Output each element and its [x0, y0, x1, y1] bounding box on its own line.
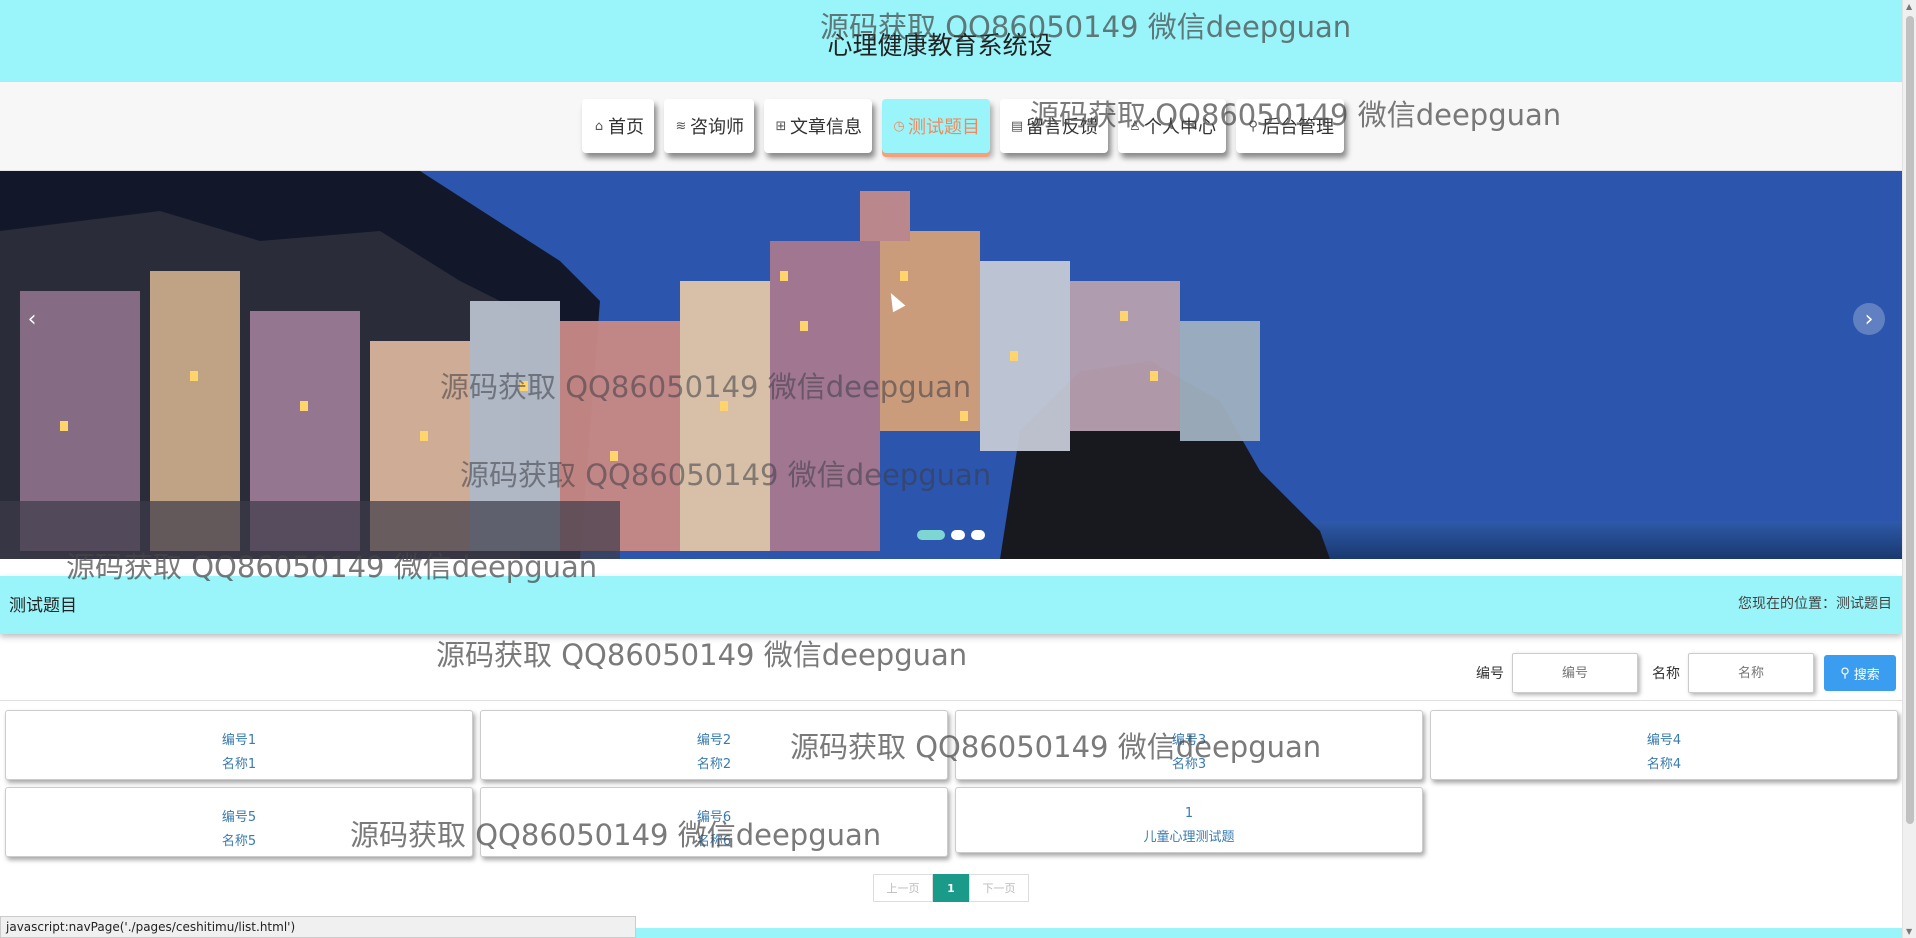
scroll-thumb[interactable]	[1906, 16, 1914, 824]
section-title: 测试题目	[9, 596, 77, 616]
name-input[interactable]	[1688, 653, 1814, 693]
carousel-dot-3[interactable]	[971, 530, 985, 540]
chevron-left-icon: ‹	[27, 306, 37, 332]
banner-carousel: ‹ ›	[0, 171, 1902, 559]
site-header: 心理健康教育系统设	[0, 0, 1902, 82]
prev-page-button[interactable]: 上一页	[873, 874, 933, 902]
number-label: 编号	[1476, 666, 1504, 682]
search-button[interactable]: ⚲ 搜索	[1824, 655, 1896, 691]
next-page-button[interactable]: 下一页	[969, 874, 1029, 902]
nav-label: 文章信息	[790, 117, 862, 138]
nav-label: 留言反馈	[1026, 117, 1098, 138]
watermark: 源码获取 QQ86050149 微信deepguan	[436, 638, 968, 672]
chevron-right-icon: ›	[1864, 306, 1874, 332]
clock-icon: ◷	[893, 118, 905, 134]
link-icon: ⚲	[1248, 118, 1258, 134]
divider	[0, 700, 1902, 701]
navbar: ⌂ 首页 ≋ 咨询师 ⊞ 文章信息 ◷ 测试题目 ▤ 留言反馈 ♙ 个人中心 ⚲…	[0, 82, 1902, 171]
carousel-prev-button[interactable]: ‹	[16, 303, 48, 335]
nav-menu: ⌂ 首页 ≋ 咨询师 ⊞ 文章信息 ◷ 测试题目 ▤ 留言反馈 ♙ 个人中心 ⚲…	[582, 99, 1344, 153]
book-icon: ⊞	[775, 118, 787, 134]
carousel-dot-2[interactable]	[951, 530, 965, 540]
banner-image	[0, 171, 1902, 559]
card-number: 编号3	[1171, 733, 1207, 748]
layers-icon: ≋	[675, 118, 687, 134]
nav-label: 测试题目	[908, 117, 980, 138]
card-name: 名称2	[696, 757, 732, 772]
card-name: 名称5	[221, 834, 257, 849]
browser-status-bar: javascript:navPage('./pages/ceshitimu/li…	[0, 916, 636, 938]
card-name: 儿童心理测试题	[1143, 830, 1235, 845]
site-title: 心理健康教育系统设	[827, 31, 1053, 60]
list-item[interactable]: 1 儿童心理测试题	[955, 787, 1423, 853]
scroll-up-icon[interactable]: ▲	[1906, 2, 1912, 11]
page-scrollbar[interactable]: ▲ ▼	[1902, 0, 1916, 938]
card-number: 编号2	[696, 733, 732, 748]
page-1-button[interactable]: 1	[933, 874, 969, 902]
search-bar: 编号 名称 ⚲ 搜索	[1462, 653, 1896, 693]
name-label: 名称	[1652, 666, 1680, 682]
card-name: 名称4	[1646, 757, 1682, 772]
scroll-down-icon[interactable]: ▼	[1906, 927, 1912, 936]
list-item[interactable]: 编号2 名称2	[480, 710, 948, 780]
list-item[interactable]: 编号4 名称4	[1430, 710, 1898, 780]
nav-label: 个人中心	[1144, 117, 1216, 138]
carousel-dot-1[interactable]	[917, 530, 945, 540]
card-number: 编号6	[696, 810, 732, 825]
pagination: 上一页 1 下一页	[873, 874, 1029, 902]
user-icon: ♙	[1129, 118, 1141, 134]
carousel-next-button[interactable]: ›	[1853, 303, 1885, 335]
nav-articles[interactable]: ⊞ 文章信息	[764, 99, 872, 153]
section-header: 测试题目 您现在的位置：测试题目	[0, 576, 1902, 634]
list-item[interactable]: 编号5 名称5	[5, 787, 473, 857]
card-name: 名称3	[1171, 757, 1207, 772]
message-icon: ▤	[1010, 118, 1024, 134]
nav-label: 咨询师	[690, 117, 744, 138]
card-number: 编号4	[1646, 733, 1682, 748]
nav-tests[interactable]: ◷ 测试题目	[882, 99, 990, 153]
number-input[interactable]	[1512, 653, 1638, 693]
list-item[interactable]: 编号3 名称3	[955, 710, 1423, 780]
card-number: 编号5	[221, 810, 257, 825]
card-name: 名称1	[221, 757, 257, 772]
nav-profile[interactable]: ♙ 个人中心	[1118, 99, 1226, 153]
nav-counselor[interactable]: ≋ 咨询师	[664, 99, 754, 153]
nav-home[interactable]: ⌂ 首页	[582, 99, 654, 153]
nav-feedback[interactable]: ▤ 留言反馈	[1000, 99, 1108, 153]
card-number: 编号1	[221, 733, 257, 748]
card-number: 1	[1184, 806, 1194, 821]
footer-strip	[636, 928, 1902, 938]
search-icon: ⚲	[1840, 665, 1850, 680]
breadcrumb-location: 您现在的位置：测试题目	[1738, 596, 1892, 612]
list-item[interactable]: 编号1 名称1	[5, 710, 473, 780]
home-icon: ⌂	[594, 118, 604, 134]
list-item[interactable]: 编号6 名称6	[480, 787, 948, 857]
carousel-indicators	[917, 530, 985, 540]
nav-label: 后台管理	[1262, 117, 1334, 138]
search-button-label: 搜索	[1853, 666, 1880, 682]
nav-label: 首页	[608, 117, 644, 138]
card-name: 名称6	[696, 834, 732, 849]
nav-admin[interactable]: ⚲ 后台管理	[1236, 99, 1344, 153]
